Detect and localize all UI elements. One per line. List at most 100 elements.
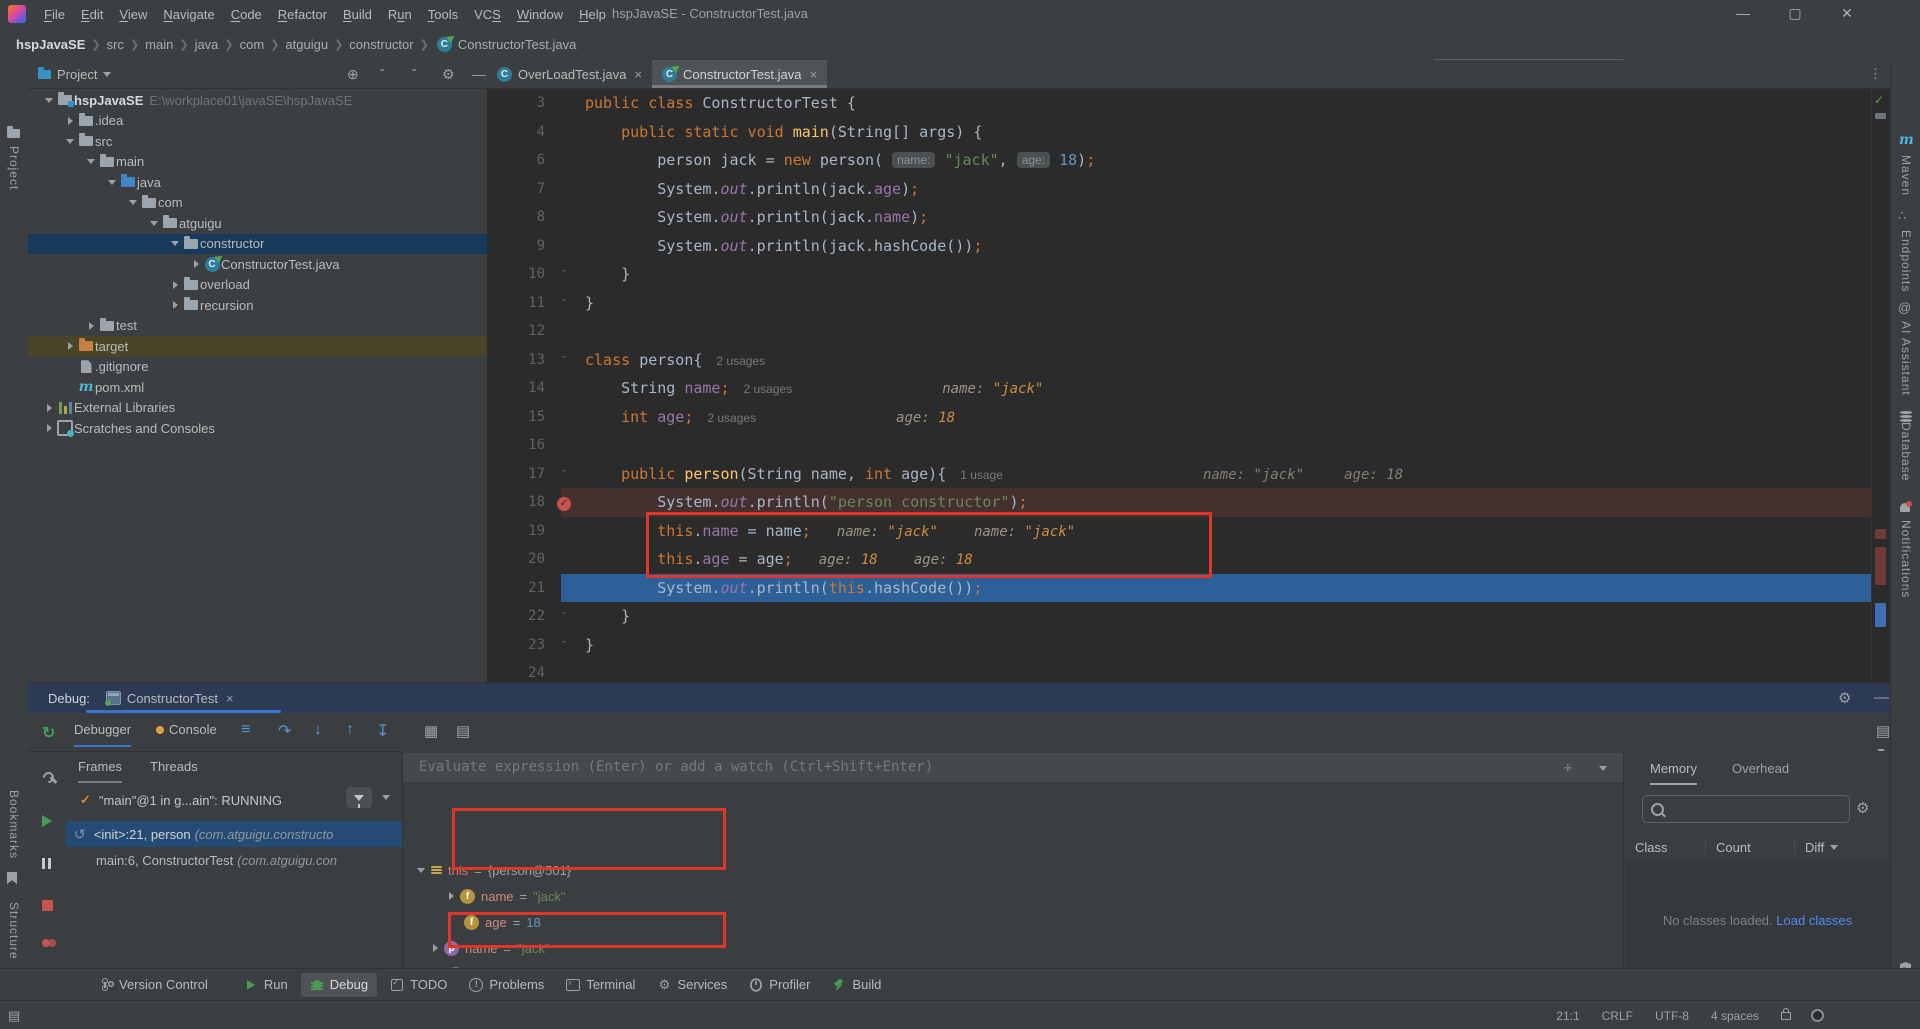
- chevron-right-icon[interactable]: [168, 281, 182, 289]
- tab-frames[interactable]: Frames: [78, 759, 122, 783]
- status-4-spaces[interactable]: 4 spaces: [1711, 1009, 1759, 1023]
- code-area[interactable]: 3public class ConstructorTest {4 public …: [487, 89, 1872, 682]
- collapse-all-icon[interactable]: ˆ: [412, 66, 417, 82]
- tool-stripe-notifications[interactable]: Notifications: [1899, 520, 1913, 598]
- chevron-down-icon[interactable]: [147, 221, 161, 226]
- code-line-22[interactable]: 22ˆ }: [487, 602, 1872, 631]
- expand-all-icon[interactable]: ˇ: [380, 66, 385, 82]
- chevron-right-icon[interactable]: [189, 260, 203, 268]
- tool-stripe-project[interactable]: Project: [7, 146, 21, 190]
- tree-item-test[interactable]: test: [28, 316, 487, 337]
- breadcrumb-item-com[interactable]: com: [238, 37, 267, 52]
- tab-debugger[interactable]: Debugger: [74, 722, 131, 747]
- bottom-tab-build[interactable]: Build: [823, 973, 890, 997]
- tree-item-constructortest-java[interactable]: CConstructorTest.java: [28, 254, 487, 275]
- tree-item-hspjavase[interactable]: hspJavaSEE:\workplace01\javaSE\hspJavaSE: [28, 90, 487, 111]
- menu-code[interactable]: Code: [223, 7, 270, 22]
- rerun-button[interactable]: ↻: [42, 723, 55, 743]
- tree-item-external-libraries[interactable]: External Libraries: [28, 398, 487, 419]
- code-line-15[interactable]: 15 int age;2 usagesage: 18: [487, 403, 1872, 432]
- chevron-down-icon[interactable]: [42, 98, 56, 103]
- tree-item-java[interactable]: java: [28, 172, 487, 193]
- bottom-tab-profiler[interactable]: Profiler: [740, 973, 819, 997]
- evaluate-expression-icon[interactable]: ▦: [424, 722, 438, 740]
- gear-icon[interactable]: ⚙: [1838, 689, 1851, 707]
- menu-tools[interactable]: Tools: [420, 7, 466, 22]
- tree-item-com[interactable]: com: [28, 193, 487, 214]
- menu-window[interactable]: Window: [509, 7, 571, 22]
- code-line-10[interactable]: 10ˆ }: [487, 260, 1872, 289]
- tree-item-target[interactable]: target: [28, 336, 487, 357]
- gear-icon[interactable]: ⚙: [442, 66, 455, 83]
- tree-item-recursion[interactable]: recursion: [28, 295, 487, 316]
- filter-frames-button[interactable]: [346, 787, 372, 808]
- chevron-down-icon[interactable]: [382, 795, 390, 800]
- chevron-down-icon[interactable]: [168, 241, 182, 246]
- pause-button[interactable]: [42, 857, 51, 872]
- column-diff[interactable]: Diff: [1794, 840, 1838, 855]
- menu-edit[interactable]: Edit: [73, 7, 111, 22]
- bottom-tab-terminal[interactable]: Terminal: [557, 973, 644, 997]
- breadcrumb-item-java[interactable]: java: [193, 37, 221, 52]
- view-breakpoints-button[interactable]: [42, 937, 56, 952]
- tool-stripe-ai-assistant[interactable]: AI Assistant: [1899, 321, 1913, 396]
- tool-stripe-maven[interactable]: Maven: [1899, 155, 1913, 196]
- tree-item-overload[interactable]: overload: [28, 275, 487, 296]
- evaluate-expression-input[interactable]: Evaluate expression (Enter) or add a wat…: [403, 753, 1624, 782]
- chevron-down-icon[interactable]: [1599, 766, 1607, 771]
- close-icon[interactable]: ×: [634, 67, 642, 82]
- code-line-12[interactable]: 12: [487, 317, 1872, 346]
- lock-icon[interactable]: [1781, 1012, 1791, 1020]
- breadcrumb-item-constructor[interactable]: constructor: [347, 37, 415, 52]
- memory-settings-icon[interactable]: ⚙: [1856, 799, 1869, 817]
- chevron-right-icon[interactable]: [42, 404, 56, 412]
- code-line-17[interactable]: 17ˇ public person(String name, int age){…: [487, 460, 1872, 489]
- minimize-button[interactable]: —: [1728, 0, 1758, 28]
- variable-row-this[interactable]: this={person@501}: [417, 857, 571, 883]
- code-line-16[interactable]: 16: [487, 431, 1872, 460]
- menu-navigate[interactable]: Navigate: [155, 7, 222, 22]
- run-to-cursor-icon[interactable]: ↧: [376, 721, 389, 741]
- hide-panel-icon[interactable]: —: [1874, 689, 1889, 706]
- code-line-23[interactable]: 23ˆ}: [487, 631, 1872, 660]
- menu-vcs[interactable]: VCS: [466, 7, 509, 22]
- debug-session-tab[interactable]: ConstructorTest ×: [106, 691, 234, 706]
- code-line-8[interactable]: 8 System.out.println(jack.name);: [487, 203, 1872, 232]
- tree-item-main[interactable]: main: [28, 152, 487, 173]
- menu-view[interactable]: View: [111, 7, 155, 22]
- bottom-tab-version-control[interactable]: Version Control: [90, 973, 217, 997]
- chevron-down-icon[interactable]: [105, 180, 119, 185]
- breadcrumb-item-atguigu[interactable]: atguigu: [283, 37, 330, 52]
- code-line-6[interactable]: 6 person jack = new person( name: "jack"…: [487, 146, 1872, 175]
- column-count[interactable]: Count: [1705, 840, 1794, 855]
- layout-icon[interactable]: ▤: [456, 722, 470, 740]
- tool-windows-icon[interactable]: ▤: [8, 1008, 20, 1024]
- chevron-right-icon[interactable]: [168, 301, 182, 309]
- menu-refactor[interactable]: Refactor: [270, 7, 335, 22]
- breadcrumb-item-main[interactable]: main: [143, 37, 175, 52]
- tree-item-atguigu[interactable]: atguigu: [28, 213, 487, 234]
- tree-item-scratches-and-consoles[interactable]: Scratches and Consoles: [28, 418, 487, 439]
- code-line-9[interactable]: 9 System.out.println(jack.hashCode());: [487, 232, 1872, 261]
- tool-stripe-structure[interactable]: Structure: [7, 902, 21, 960]
- code-line-18[interactable]: 18✓ System.out.println("person construct…: [487, 488, 1872, 517]
- code-line-11[interactable]: 11ˆ}: [487, 289, 1872, 318]
- chevron-right-icon[interactable]: [63, 342, 77, 350]
- close-button[interactable]: ✕: [1832, 0, 1862, 28]
- bottom-tab-services[interactable]: ⚙Services: [648, 973, 736, 997]
- hide-panel-icon[interactable]: —: [472, 66, 486, 82]
- chevron-right-icon[interactable]: [63, 117, 77, 125]
- bottom-tab-debug[interactable]: Debug: [301, 973, 377, 997]
- bottom-tab-problems[interactable]: !Problems: [460, 973, 553, 997]
- step-into-icon[interactable]: ↓: [314, 721, 322, 739]
- maximize-button[interactable]: ▢: [1780, 0, 1810, 28]
- editor-scrollbar-stripe[interactable]: ✓: [1871, 89, 1890, 682]
- memory-search-input[interactable]: [1642, 795, 1850, 823]
- tab-options-icon[interactable]: ⋮: [1869, 60, 1882, 88]
- tab-constructortest[interactable]: CConstructorTest.java×: [652, 60, 827, 88]
- bottom-tab-run[interactable]: Run: [235, 973, 297, 997]
- code-line-20[interactable]: 20 this.age = age;age: 18age: 18: [487, 545, 1872, 574]
- status-crlf[interactable]: CRLF: [1602, 1009, 1633, 1023]
- close-icon[interactable]: ×: [226, 691, 234, 706]
- tab-overloadtest[interactable]: COverLoadTest.java×: [487, 60, 652, 88]
